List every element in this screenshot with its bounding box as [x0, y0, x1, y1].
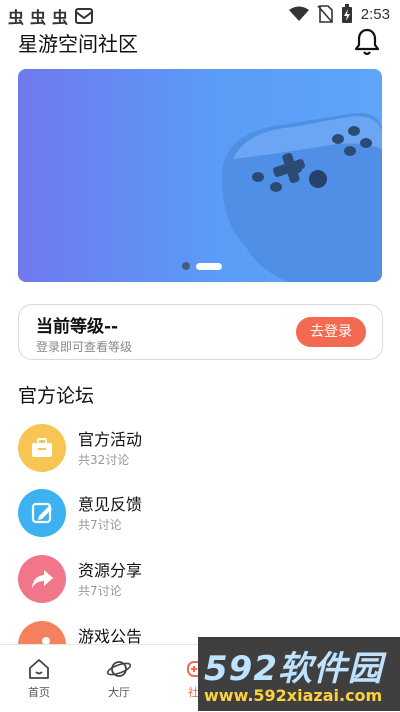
mail-notification-icon: [75, 8, 94, 24]
notification-glyph: 虫: [8, 8, 25, 27]
home-icon: [29, 659, 49, 679]
watermark: 592软件园 www.592xiazai.com: [198, 637, 400, 711]
notification-glyph: 虫: [52, 8, 69, 27]
notification-glyph: 虫: [30, 8, 47, 27]
forum-section-title: 官方论坛: [18, 385, 95, 407]
forum-item-feedback[interactable]: 意见反馈 共7讨论: [18, 489, 388, 541]
level-title: 当前等级--: [36, 317, 119, 337]
no-sim-icon: [317, 5, 333, 23]
edit-icon: [18, 489, 66, 537]
share-icon: [18, 555, 66, 603]
level-subtitle: 登录即可查看等级: [36, 340, 133, 354]
status-bar: 虫 虫 虫 2:53: [0, 0, 400, 28]
carousel-indicator: [182, 262, 222, 270]
watermark-logo: 592软件园: [204, 649, 383, 689]
wifi-icon: [288, 6, 309, 21]
bell-icon[interactable]: [354, 28, 380, 56]
watermark-url: www.592xiazai.com: [204, 686, 383, 705]
forum-item-name: 官方活动: [78, 430, 143, 449]
nav-home[interactable]: 首页: [9, 655, 69, 705]
level-card: 当前等级-- 登录即可查看等级 去登录: [18, 304, 383, 360]
forum-item-activities[interactable]: 官方活动 共32讨论: [18, 424, 388, 476]
forum-item-resources[interactable]: 资源分享 共7讨论: [18, 555, 388, 607]
clock: 2:53: [360, 5, 390, 23]
briefcase-icon: [18, 424, 66, 472]
forum-item-count: 共32讨论: [78, 453, 130, 467]
nav-label: 大厅: [108, 686, 130, 699]
header: 星游空间社区: [0, 28, 400, 60]
planet-icon: [106, 661, 132, 677]
nav-lobby[interactable]: 大厅: [89, 655, 149, 705]
notification-icons: 虫 虫 虫: [8, 4, 94, 28]
page-title: 星游空间社区: [18, 32, 138, 56]
forum-item-count: 共7讨论: [78, 518, 122, 532]
carousel-dot[interactable]: [182, 262, 190, 270]
game-controller-image: [222, 113, 382, 282]
carousel-dot-active[interactable]: [196, 262, 222, 270]
login-button[interactable]: 去登录: [296, 317, 366, 347]
battery-charging-icon: [341, 4, 352, 23]
banner-carousel[interactable]: [18, 69, 382, 282]
forum-item-count: 共7讨论: [78, 584, 122, 598]
forum-item-name: 资源分享: [78, 561, 143, 580]
forum-item-name: 意见反馈: [78, 495, 143, 514]
nav-label: 首页: [28, 686, 50, 699]
